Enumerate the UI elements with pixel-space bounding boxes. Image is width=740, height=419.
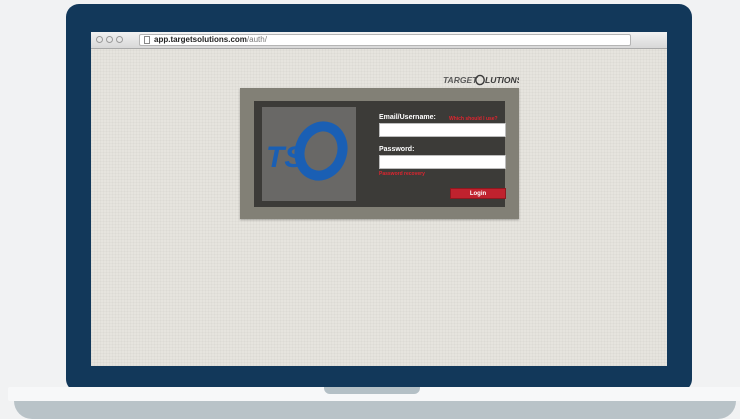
zoom-window-button[interactable] bbox=[116, 36, 123, 43]
close-window-button[interactable] bbox=[96, 36, 103, 43]
browser-window: app.targetsolutions.com/auth/ ☆ TARGET L… bbox=[91, 32, 667, 366]
email-label: Email/Username: bbox=[379, 114, 436, 121]
login-panel: TS Email/Username: Which should I use? P… bbox=[240, 88, 519, 219]
login-panel-inner: TS Email/Username: Which should I use? P… bbox=[254, 101, 506, 207]
password-label: Password: bbox=[379, 146, 415, 153]
svg-text:TS: TS bbox=[266, 141, 304, 174]
targetsolutions-logo: TARGET LUTIONS bbox=[443, 74, 523, 88]
browser-toolbar: app.targetsolutions.com/auth/ ☆ bbox=[91, 32, 667, 49]
minimize-window-button[interactable] bbox=[106, 36, 113, 43]
which-should-i-use-link[interactable]: Which should I use? bbox=[449, 116, 498, 122]
address-bar[interactable]: app.targetsolutions.com/auth/ ☆ bbox=[139, 34, 631, 46]
address-url: app.targetsolutions.com/auth/ bbox=[154, 35, 267, 44]
laptop-base-shadow bbox=[14, 401, 736, 419]
svg-text:TARGET: TARGET bbox=[443, 75, 478, 85]
email-field[interactable] bbox=[379, 123, 506, 137]
login-button[interactable]: Login bbox=[450, 188, 506, 199]
page-icon bbox=[144, 36, 150, 44]
tso-logo-tile: TS bbox=[262, 107, 356, 201]
laptop-notch bbox=[324, 387, 420, 394]
svg-text:LUTIONS: LUTIONS bbox=[485, 75, 519, 85]
password-field[interactable] bbox=[379, 155, 506, 169]
password-recovery-link[interactable]: Password recovery bbox=[379, 171, 425, 177]
tso-logo-icon: TS bbox=[266, 121, 348, 181]
